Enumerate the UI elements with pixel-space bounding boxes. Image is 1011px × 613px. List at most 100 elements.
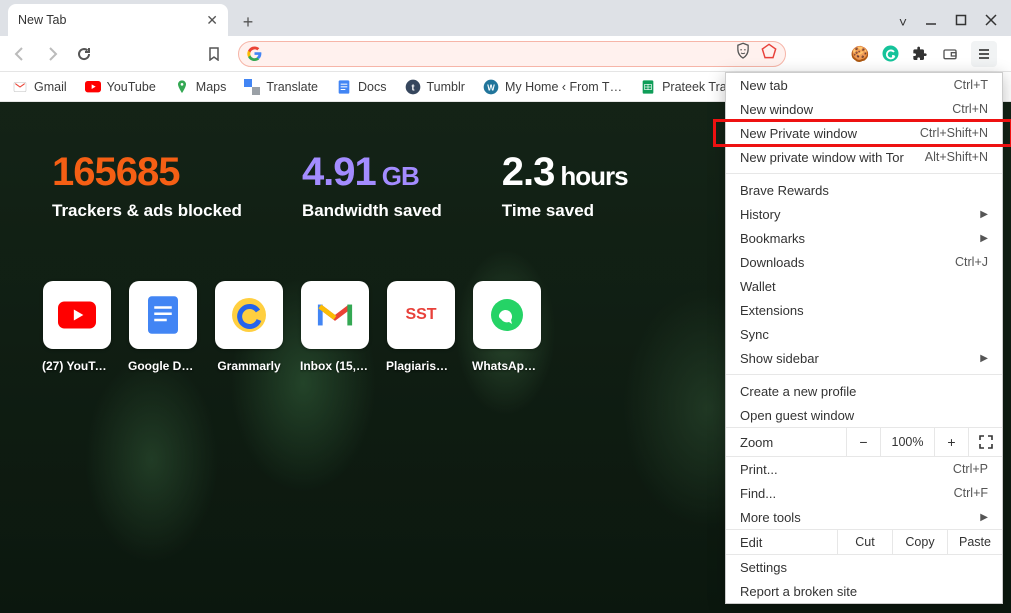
stat-time: 2.3hours Time saved: [502, 150, 628, 221]
menu-item[interactable]: Report a broken site: [726, 579, 1002, 603]
menu-shortcut: Ctrl+P: [953, 462, 988, 476]
menu-item[interactable]: Show sidebar▶: [726, 346, 1002, 370]
tile-sst[interactable]: SSTPlagiarism …: [386, 281, 456, 373]
submenu-arrow-icon: ▶: [980, 209, 988, 220]
stat-label: Trackers & ads blocked: [52, 201, 242, 221]
stat-bandwidth: 4.91GB Bandwidth saved: [302, 150, 442, 221]
window-controls: ˅: [899, 14, 1011, 36]
extensions-puzzle-icon[interactable]: [911, 45, 929, 63]
copy-button[interactable]: Copy: [892, 530, 947, 554]
cookie-ext-icon[interactable]: 🍪: [851, 45, 869, 63]
minimize-icon[interactable]: [925, 14, 937, 30]
menu-shortcut: Ctrl+Shift+N: [920, 126, 988, 140]
tile-label: Google Docs: [128, 359, 198, 373]
menu-item[interactable]: New tab Ctrl+T: [726, 73, 1002, 97]
brave-logo-icon[interactable]: [761, 43, 777, 64]
menu-item-label: New window: [740, 102, 813, 117]
stat-value: 2.3: [502, 150, 555, 195]
menu-item[interactable]: New private window with TorAlt+Shift+N: [726, 145, 1002, 169]
menu-item-label: Find...: [740, 486, 776, 501]
address-bar[interactable]: [238, 41, 786, 67]
bookmark-label: Translate: [266, 80, 318, 94]
bookmark-gmail[interactable]: Gmail: [12, 79, 67, 95]
tile-docs[interactable]: Google Docs: [128, 281, 198, 373]
brave-shield-icon[interactable]: [735, 42, 751, 65]
menu-item[interactable]: Wallet: [726, 274, 1002, 298]
menu-item[interactable]: Print...Ctrl+P: [726, 457, 1002, 481]
back-button[interactable]: [8, 42, 32, 66]
tile-whatsapp[interactable]: WhatsApp …: [472, 281, 542, 373]
menu-shortcut: Ctrl+T: [954, 78, 988, 92]
reload-button[interactable]: [72, 42, 96, 66]
menu-zoom-row: Zoom−100%+: [726, 427, 1002, 457]
stat-value: 165685: [52, 150, 242, 195]
paste-button[interactable]: Paste: [947, 530, 1002, 554]
bookmark-translate[interactable]: Translate: [244, 79, 318, 95]
bookmark-label: Docs: [358, 80, 386, 94]
bookmark-label: My Home ‹ From T…: [505, 80, 622, 94]
bookmark-tumblr[interactable]: tTumblr: [405, 79, 465, 95]
address-input[interactable]: [270, 46, 727, 61]
bookmark-label: YouTube: [107, 80, 156, 94]
maximize-icon[interactable]: [955, 14, 967, 30]
menu-separator: [726, 173, 1002, 174]
menu-item-label: History: [740, 207, 780, 222]
bookmark-docs[interactable]: Docs: [336, 79, 386, 95]
close-window-icon[interactable]: [985, 14, 997, 30]
bookmark-wp[interactable]: W My Home ‹ From T…: [483, 79, 622, 95]
cut-button[interactable]: Cut: [837, 530, 892, 554]
tile-gmail[interactable]: Inbox (15,666): [300, 281, 370, 373]
menu-item[interactable]: Brave Rewards: [726, 178, 1002, 202]
chevron-down-icon[interactable]: ˅: [899, 14, 907, 30]
menu-item[interactable]: Extensions: [726, 298, 1002, 322]
menu-item[interactable]: Open guest window: [726, 403, 1002, 427]
grammarly-ext-icon[interactable]: [881, 45, 899, 63]
menu-item[interactable]: Settings: [726, 555, 1002, 579]
hamburger-menu-button[interactable]: [971, 41, 997, 67]
menu-item[interactable]: DownloadsCtrl+J: [726, 250, 1002, 274]
bookmark-page-icon[interactable]: [202, 42, 226, 66]
stat-label: Bandwidth saved: [302, 201, 442, 221]
browser-tab[interactable]: New Tab ✕: [8, 4, 228, 36]
submenu-arrow-icon: ▶: [980, 353, 988, 364]
bookmark-label: Maps: [196, 80, 227, 94]
tile-youtube[interactable]: (27) YouTube: [42, 281, 112, 373]
menu-item-label: Create a new profile: [740, 384, 856, 399]
menu-item[interactable]: New window Ctrl+N: [726, 97, 1002, 121]
menu-shortcut: Ctrl+N: [952, 102, 988, 116]
menu-item[interactable]: Find...Ctrl+F: [726, 481, 1002, 505]
menu-item[interactable]: Sync: [726, 322, 1002, 346]
menu-item[interactable]: New Private window Ctrl+Shift+N: [726, 121, 1002, 145]
menu-item-label: New Private window: [740, 126, 857, 141]
submenu-arrow-icon: ▶: [980, 512, 988, 523]
close-tab-icon[interactable]: ✕: [206, 12, 218, 29]
menu-item[interactable]: Create a new profile: [726, 379, 1002, 403]
menu-item-label: New tab: [740, 78, 788, 93]
menu-item-label: Report a broken site: [740, 584, 857, 599]
forward-button[interactable]: [40, 42, 64, 66]
fullscreen-icon[interactable]: [968, 428, 1002, 456]
zoom-out-button[interactable]: −: [846, 428, 880, 456]
wallet-ext-icon[interactable]: [941, 45, 959, 63]
bookmark-maps[interactable]: Maps: [174, 79, 227, 95]
bookmark-label: Tumblr: [427, 80, 465, 94]
tab-title: New Tab: [18, 13, 66, 27]
zoom-label: Zoom: [726, 435, 846, 450]
bookmark-youtube[interactable]: YouTube: [85, 79, 156, 95]
zoom-value: 100%: [880, 428, 934, 456]
bookmark-label: Gmail: [34, 80, 67, 94]
google-g-icon: [247, 46, 262, 61]
stat-unit: GB: [382, 161, 419, 192]
menu-item-label: Downloads: [740, 255, 804, 270]
tile-grammarly[interactable]: Grammarly: [214, 281, 284, 373]
menu-item[interactable]: Bookmarks▶: [726, 226, 1002, 250]
menu-item[interactable]: History ▶: [726, 202, 1002, 226]
app-menu: New tab Ctrl+T New window Ctrl+N New Private…: [725, 72, 1003, 604]
svg-text:W: W: [487, 83, 495, 92]
stat-trackers: 165685 Trackers & ads blocked: [52, 150, 242, 221]
menu-edit-row: EditCutCopyPaste: [726, 529, 1002, 555]
new-tab-button[interactable]: +: [234, 8, 262, 36]
tile-label: (27) YouTube: [42, 359, 112, 373]
menu-item[interactable]: More tools▶: [726, 505, 1002, 529]
zoom-in-button[interactable]: +: [934, 428, 968, 456]
